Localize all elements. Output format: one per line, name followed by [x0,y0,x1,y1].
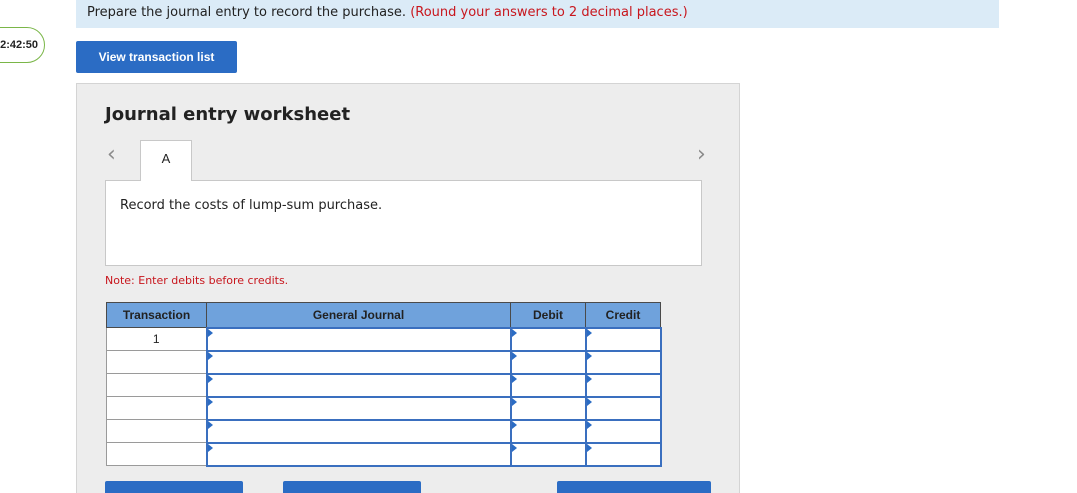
dropdown-marker-icon [207,420,213,429]
dropdown-marker-icon [207,374,213,383]
debit-input[interactable] [509,349,587,375]
credit-input[interactable] [584,372,662,398]
record-entry-button[interactable] [105,481,243,493]
column-header-debit: Debit [510,302,586,328]
account-select[interactable] [205,326,512,352]
account-select[interactable] [205,395,512,421]
credit-input[interactable] [584,418,662,444]
column-header-general-journal: General Journal [206,302,511,328]
debit-input[interactable] [509,441,587,467]
credit-input[interactable] [584,441,662,467]
instruction-text: Prepare the journal entry to record the … [87,5,407,20]
transaction-cell [106,442,207,466]
debit-credit-note: Note: Enter debits before credits. [105,274,289,287]
debit-input[interactable] [509,372,587,398]
dropdown-marker-icon [511,374,517,383]
account-select[interactable] [205,372,512,398]
column-header-credit: Credit [585,302,661,328]
timer-badge: 2:42:50 [0,27,45,63]
view-transaction-list-button[interactable]: View transaction list [76,41,237,73]
timer-text: 2:42:50 [0,39,38,51]
dropdown-marker-icon [511,328,517,337]
table-row [106,349,662,375]
instruction-bar: Prepare the journal entry to record the … [76,0,999,28]
view-general-journal-button[interactable] [557,481,711,493]
dropdown-marker-icon [586,374,592,383]
account-select[interactable] [205,441,512,467]
transaction-cell [106,396,207,420]
dropdown-marker-icon [586,328,592,337]
table-row [106,395,662,421]
account-select[interactable] [205,349,512,375]
journal-table: Transaction General Journal Debit Credit… [106,302,662,467]
table-row [106,441,662,467]
dropdown-marker-icon [586,397,592,406]
table-row [106,372,662,398]
transaction-cell [106,373,207,397]
dropdown-marker-icon [586,420,592,429]
transaction-cell [106,350,207,374]
dropdown-marker-icon [511,443,517,452]
chevron-left-icon[interactable]: ‹ [107,144,116,166]
dropdown-marker-icon [586,443,592,452]
dropdown-marker-icon [207,397,213,406]
clear-entry-button[interactable] [283,481,421,493]
credit-input[interactable] [584,326,662,352]
dropdown-marker-icon [511,420,517,429]
table-header-row: Transaction General Journal Debit Credit [106,302,661,328]
dropdown-marker-icon [207,351,213,360]
debit-input[interactable] [509,326,587,352]
journal-entry-worksheet: Journal entry worksheet ‹ A › Record the… [76,83,740,493]
transaction-cell [106,419,207,443]
worksheet-title: Journal entry worksheet [105,104,351,125]
table-row [106,418,662,444]
tab-a-label: A [161,151,171,166]
column-header-transaction: Transaction [106,302,207,328]
credit-input[interactable] [584,395,662,421]
dropdown-marker-icon [511,351,517,360]
debit-input[interactable] [509,418,587,444]
debit-input[interactable] [509,395,587,421]
chevron-right-icon[interactable]: › [697,144,706,166]
account-select[interactable] [205,418,512,444]
dropdown-marker-icon [586,351,592,360]
entry-description: Record the costs of lump-sum purchase. [105,180,702,266]
tab-a[interactable]: A [140,140,192,181]
table-row: 1 [106,326,662,352]
dropdown-marker-icon [207,443,213,452]
dropdown-marker-icon [207,328,213,337]
entry-description-text: Record the costs of lump-sum purchase. [120,198,383,213]
dropdown-marker-icon [511,397,517,406]
transaction-cell: 1 [106,327,207,351]
instruction-rounding-note: (Round your answers to 2 decimal places.… [410,5,688,20]
credit-input[interactable] [584,349,662,375]
